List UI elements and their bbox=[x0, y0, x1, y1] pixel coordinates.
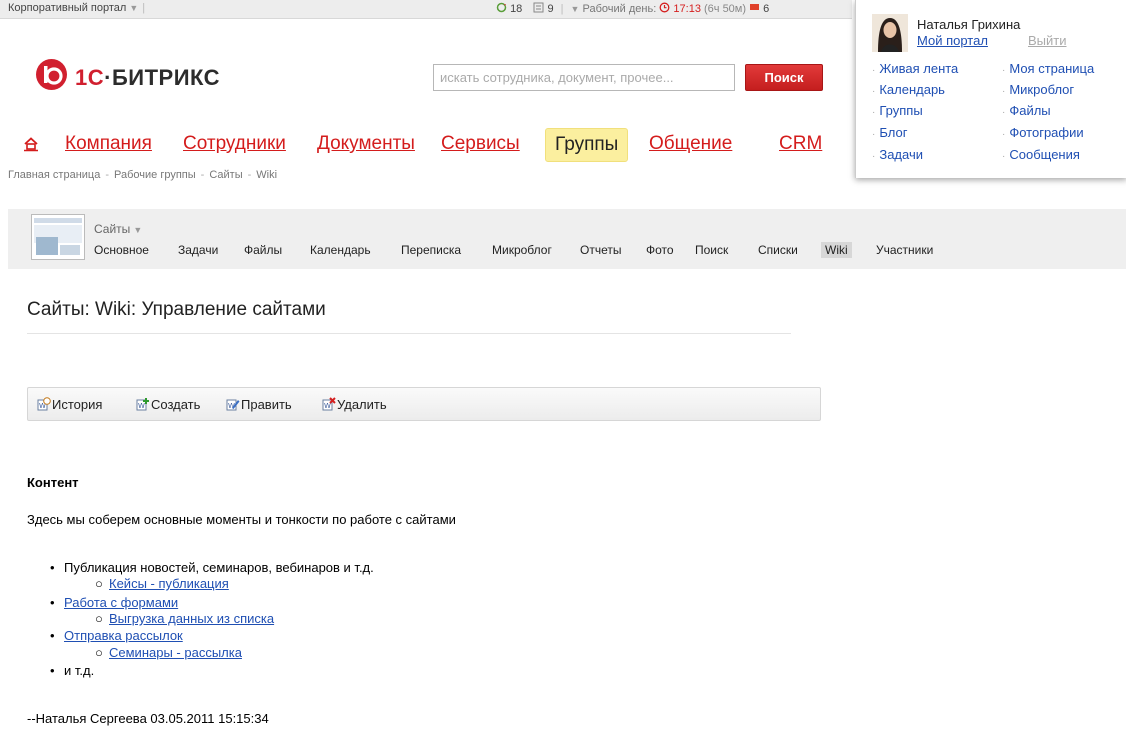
tab-microblog[interactable]: Микроблог bbox=[488, 242, 556, 258]
delete-icon: W bbox=[322, 397, 336, 411]
tab-files[interactable]: Файлы bbox=[240, 242, 286, 258]
page-title: Сайты: Wiki: Управление сайтами bbox=[27, 299, 326, 320]
signature: --Наталья Сергеева 03.05.2011 15:15:34 bbox=[27, 711, 269, 726]
list-item: • Работа с формами bbox=[50, 595, 179, 610]
group-name-menu[interactable]: Сайты ▼ bbox=[94, 222, 142, 236]
tab-calendar[interactable]: Календарь bbox=[306, 242, 375, 258]
logout-link[interactable]: Выйти bbox=[1028, 33, 1067, 48]
breadcrumb-item[interactable]: Сайты bbox=[209, 169, 242, 181]
user-link-photos[interactable]: · Фотографии bbox=[1002, 125, 1084, 140]
tab-members[interactable]: Участники bbox=[872, 242, 937, 258]
svg-text:W: W bbox=[138, 402, 145, 410]
user-link-my-page[interactable]: · Моя страница bbox=[1002, 61, 1094, 76]
link-cases-publication[interactable]: Кейсы - публикация bbox=[109, 576, 229, 591]
list-subitem: ○ Семинары - рассылка bbox=[95, 645, 242, 660]
user-link-tasks[interactable]: · Задачи bbox=[872, 147, 923, 162]
home-icon[interactable] bbox=[23, 136, 39, 152]
menu-item-communication[interactable]: Общение bbox=[649, 128, 732, 160]
tasks-counter[interactable]: 18 bbox=[496, 2, 525, 15]
history-button[interactable]: W История bbox=[37, 397, 102, 412]
user-link-blog[interactable]: · Блог bbox=[872, 125, 907, 140]
edit-icon: W bbox=[226, 399, 240, 411]
link-mailings[interactable]: Отправка рассылок bbox=[64, 628, 183, 643]
flag-counter[interactable]: 6 bbox=[749, 3, 769, 15]
list-icon bbox=[533, 2, 544, 13]
menu-item-groups[interactable]: Группы bbox=[545, 128, 629, 162]
chevron-down-icon: ▼ bbox=[129, 3, 139, 13]
user-link-files[interactable]: · Файлы bbox=[1002, 103, 1051, 118]
top-bar: Корпоративный портал ▼ | 18 9 | ▼ Рабочий … bbox=[0, 0, 852, 19]
bitrix-logo-icon bbox=[36, 59, 67, 90]
list-item: • Отправка рассылок bbox=[50, 628, 183, 643]
logo-text: 1С·БИТРИКС bbox=[75, 65, 221, 90]
menu-item-crm[interactable]: CRM bbox=[779, 128, 822, 160]
link-forms[interactable]: Работа с формами bbox=[64, 595, 178, 610]
group-thumbnail[interactable] bbox=[31, 214, 85, 260]
tab-correspondence[interactable]: Переписка bbox=[397, 242, 465, 258]
svg-text:W: W bbox=[324, 402, 331, 410]
list-item: • и т.д. bbox=[50, 663, 95, 678]
tab-lists[interactable]: Списки bbox=[754, 242, 802, 258]
group-bar: Сайты ▼ Основное Задачи Файлы Календарь П… bbox=[8, 209, 1126, 269]
search-input[interactable] bbox=[434, 65, 736, 90]
user-link-calendar[interactable]: · Календарь bbox=[872, 82, 945, 97]
menu-item-documents[interactable]: Документы bbox=[317, 128, 415, 160]
user-link-live-feed[interactable]: · Живая лента bbox=[872, 61, 958, 76]
menu-item-employees[interactable]: Сотрудники bbox=[183, 128, 286, 160]
tab-reports[interactable]: Отчеты bbox=[576, 242, 625, 258]
user-link-groups[interactable]: · Группы bbox=[872, 103, 923, 118]
tab-wiki[interactable]: Wiki bbox=[821, 242, 852, 258]
user-link-microblog[interactable]: · Микроблог bbox=[1002, 82, 1074, 97]
create-button[interactable]: W Создать bbox=[136, 397, 200, 412]
user-name: Наталья Грихина bbox=[917, 17, 1021, 32]
delete-button[interactable]: W Удалить bbox=[322, 397, 387, 412]
wiki-toolbar: W История W Создать W Править W Удалить bbox=[27, 387, 821, 421]
search-button[interactable]: Поиск bbox=[745, 64, 823, 91]
list-subitem: ○ Выгрузка данных из списка bbox=[95, 611, 275, 626]
menu-item-services[interactable]: Сервисы bbox=[441, 128, 520, 160]
group-image bbox=[34, 218, 82, 255]
breadcrumb-item[interactable]: Wiki bbox=[256, 169, 277, 181]
history-icon: W bbox=[37, 397, 51, 411]
menu-item-company[interactable]: Компания bbox=[65, 128, 152, 160]
tab-tasks[interactable]: Задачи bbox=[174, 242, 222, 258]
search-box bbox=[433, 64, 736, 91]
create-icon: W bbox=[136, 398, 149, 411]
avatar[interactable] bbox=[872, 14, 908, 52]
user-link-messages[interactable]: · Сообщения bbox=[1002, 147, 1080, 162]
status-area: 18 9 | ▼ Рабочий день: 17:13 (6ч 50м) 6 bbox=[496, 2, 769, 15]
workday-menu[interactable]: ▼ Рабочий день: bbox=[571, 3, 657, 15]
workday-time: 17:13 bbox=[673, 3, 701, 15]
workday-duration: (6ч 50м) bbox=[704, 3, 747, 15]
tab-photo[interactable]: Фото bbox=[642, 242, 678, 258]
tab-search[interactable]: Поиск bbox=[691, 242, 732, 258]
chevron-down-icon: ▼ bbox=[133, 225, 143, 235]
user-photo bbox=[872, 14, 908, 52]
list-subitem: ○ Кейсы - публикация bbox=[95, 576, 229, 591]
breadcrumb-item[interactable]: Рабочие группы bbox=[114, 169, 196, 181]
flag-icon bbox=[750, 4, 760, 10]
portal-label: Корпоративный портал bbox=[8, 2, 127, 14]
link-list-export[interactable]: Выгрузка данных из списка bbox=[109, 611, 274, 626]
breadcrumb-item[interactable]: Главная страница bbox=[8, 169, 100, 181]
list-counter[interactable]: 9 bbox=[533, 2, 556, 15]
user-panel: Наталья Грихина Мой портал Выйти · Живая … bbox=[855, 0, 1126, 178]
list-item: • Публикация новостей, семинаров, вебинар… bbox=[50, 560, 374, 575]
edit-button[interactable]: W Править bbox=[226, 397, 292, 412]
tab-main[interactable]: Основное bbox=[90, 242, 153, 258]
clock-icon bbox=[659, 2, 670, 13]
content-intro: Здесь мы соберем основные моменты и тонк… bbox=[27, 512, 456, 527]
portal-switcher[interactable]: Корпоративный портал ▼ | bbox=[8, 2, 149, 14]
content-heading: Контент bbox=[27, 475, 79, 490]
divider bbox=[27, 333, 791, 334]
breadcrumb: Главная страница - Рабочие группы - Сайты - Wi… bbox=[8, 169, 278, 181]
sync-icon bbox=[496, 2, 507, 13]
my-portal-link[interactable]: Мой портал bbox=[917, 33, 988, 48]
link-seminars-mailing[interactable]: Семинары - рассылка bbox=[109, 645, 242, 660]
